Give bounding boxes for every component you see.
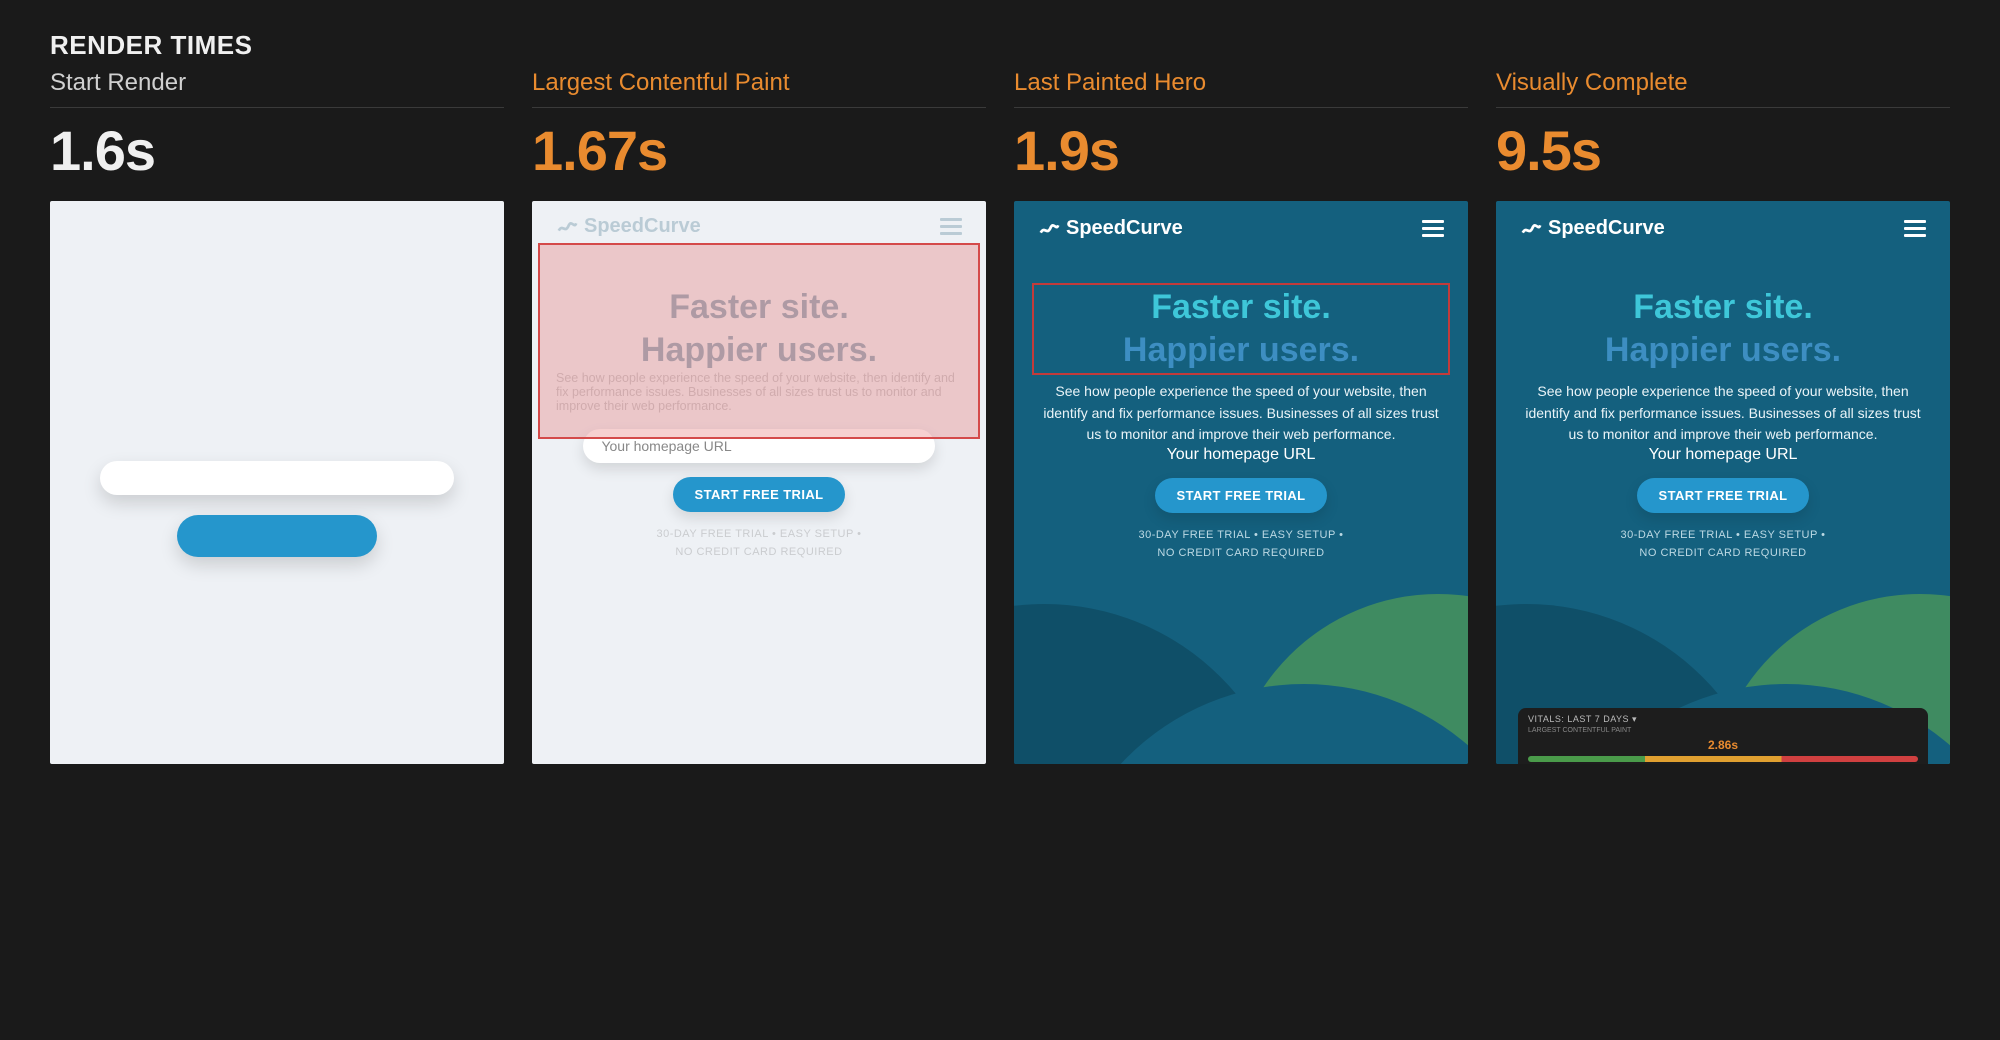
cta-button: START FREE TRIAL: [673, 477, 846, 512]
metric-start-render: Start Render 1.6s: [50, 63, 504, 764]
metric-label: Last Painted Hero: [1014, 63, 1468, 108]
hero-subtext: See how people experience the speed of y…: [1032, 371, 1450, 446]
speedcurve-logo: SpeedCurve: [1520, 217, 1665, 240]
section-title: RENDER TIMES: [50, 30, 1950, 61]
trial-note: 30-DAY FREE TRIAL • EASY SETUP • NO CRED…: [1620, 527, 1825, 562]
hamburger-icon: [1422, 220, 1444, 237]
speedcurve-logo-icon: [1520, 218, 1542, 240]
hamburger-icon: [940, 218, 962, 235]
filmstrip-frame[interactable]: [50, 201, 504, 764]
dashboard-title: VITALS: LAST 7 DAYS ▾: [1528, 714, 1918, 725]
hero-subtext: See how people experience the speed of y…: [1514, 371, 1932, 446]
metric-label: Start Render: [50, 63, 504, 108]
speedcurve-logo-icon: [556, 216, 578, 238]
trial-note: 30-DAY FREE TRIAL • EASY SETUP • NO CRED…: [1138, 527, 1343, 562]
dashboard-bar: [1528, 756, 1918, 762]
background-waves: [1014, 564, 1468, 764]
url-input: Your homepage URL: [1167, 446, 1316, 464]
hamburger-icon: [1904, 220, 1926, 237]
filmstrip-frame[interactable]: SpeedCurve Faster site. Happier users. S…: [1014, 201, 1468, 764]
hero-headline-2: Happier users.: [641, 329, 877, 372]
metrics-row: Start Render 1.6s Largest Contentful Pai…: [50, 63, 1950, 764]
speedcurve-logo: SpeedCurve: [556, 215, 701, 238]
filmstrip-frame[interactable]: SpeedCurve Faster site. Happier users. S…: [532, 201, 986, 764]
speedcurve-logo-icon: [1038, 218, 1060, 240]
brand-name: SpeedCurve: [1548, 217, 1665, 240]
brand-name: SpeedCurve: [584, 215, 701, 238]
url-input: Your homepage URL: [583, 429, 934, 463]
hero-headline-1: Faster site.: [1151, 286, 1331, 329]
cta-button-skeleton: [177, 515, 377, 557]
hero-headline-1: Faster site.: [1633, 286, 1813, 329]
metric-value: 1.9s: [1014, 108, 1468, 201]
metric-visually-complete: Visually Complete 9.5s SpeedCurve Faster…: [1496, 63, 1950, 764]
metric-value: 9.5s: [1496, 108, 1950, 201]
dashboard-subtitle: LARGEST CONTENTFUL PAINT: [1528, 727, 1918, 734]
brand-name: SpeedCurve: [1066, 217, 1183, 240]
metric-value: 1.67s: [532, 108, 986, 201]
preview-header: SpeedCurve: [1032, 213, 1450, 248]
metric-label: Largest Contentful Paint: [532, 63, 986, 108]
metric-lcp: Largest Contentful Paint 1.67s SpeedCurv…: [532, 63, 986, 764]
hero-headline-1: Faster site.: [669, 286, 849, 329]
dashboard-metric: 2.86s: [1528, 738, 1918, 752]
url-input-skeleton: [100, 461, 454, 495]
hero-subtext: See how people experience the speed of y…: [550, 371, 968, 413]
hero-headline-2: Happier users.: [1605, 329, 1841, 372]
filmstrip-frame[interactable]: SpeedCurve Faster site. Happier users. S…: [1496, 201, 1950, 764]
metric-label: Visually Complete: [1496, 63, 1950, 108]
cta-button: START FREE TRIAL: [1155, 478, 1328, 513]
cta-button: START FREE TRIAL: [1637, 478, 1810, 513]
preview-header: SpeedCurve: [550, 211, 968, 246]
dashboard-preview-card: VITALS: LAST 7 DAYS ▾ LARGEST CONTENTFUL…: [1518, 708, 1928, 764]
metric-last-painted-hero: Last Painted Hero 1.9s SpeedCurve Faster…: [1014, 63, 1468, 764]
url-input: Your homepage URL: [1649, 446, 1798, 464]
trial-note: 30-DAY FREE TRIAL • EASY SETUP • NO CRED…: [656, 526, 861, 561]
preview-header: SpeedCurve: [1514, 213, 1932, 248]
metric-value: 1.6s: [50, 108, 504, 201]
speedcurve-logo: SpeedCurve: [1038, 217, 1183, 240]
hero-headline-2: Happier users.: [1123, 329, 1359, 372]
